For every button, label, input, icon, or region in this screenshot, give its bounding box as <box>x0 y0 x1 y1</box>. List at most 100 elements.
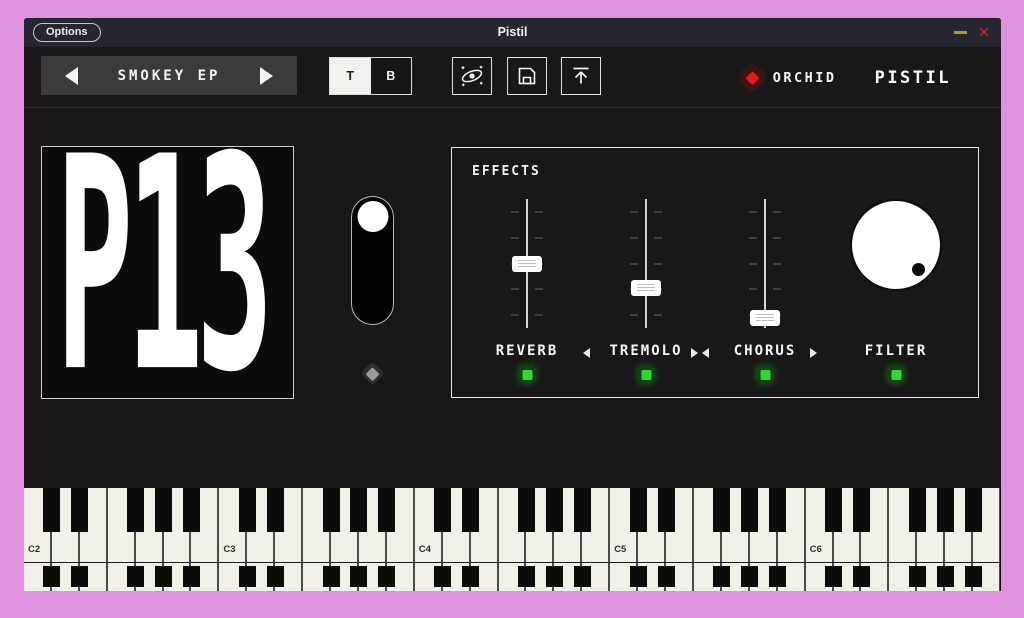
black-key[interactable] <box>853 566 870 587</box>
black-key[interactable] <box>769 566 786 587</box>
filter-knob[interactable] <box>850 199 942 291</box>
tremolo-led-icon <box>638 366 655 383</box>
black-key[interactable] <box>574 566 591 587</box>
black-key[interactable] <box>323 566 340 587</box>
preset-name[interactable]: SMOKEY EP <box>118 68 221 84</box>
save-button[interactable] <box>507 57 547 95</box>
black-key[interactable] <box>853 488 870 532</box>
black-key[interactable] <box>239 566 256 587</box>
export-button[interactable] <box>561 57 601 95</box>
galaxy-button[interactable] <box>452 57 492 95</box>
black-key[interactable] <box>350 488 367 532</box>
black-key[interactable] <box>518 566 535 587</box>
black-key[interactable] <box>183 566 200 587</box>
slider-tick <box>630 263 638 265</box>
export-icon <box>569 64 593 88</box>
black-key[interactable] <box>741 566 758 587</box>
octave-label: C4 <box>419 544 431 555</box>
layer-toggle-top[interactable]: T <box>330 58 371 94</box>
black-key[interactable] <box>462 566 479 587</box>
slider-rail <box>645 199 647 328</box>
preset-next-icon[interactable] <box>260 67 273 85</box>
effect-select-left-icon[interactable] <box>702 348 709 358</box>
black-key[interactable] <box>630 488 647 532</box>
black-key[interactable] <box>350 566 367 587</box>
preset-selector: SMOKEY EP <box>41 56 297 95</box>
black-key[interactable] <box>713 566 730 587</box>
mod-toggle[interactable] <box>351 196 394 325</box>
effect-select-right-icon[interactable] <box>810 348 817 358</box>
octave-label: C3 <box>223 544 235 555</box>
slider-tick <box>511 288 519 290</box>
slider-tick <box>749 237 757 239</box>
black-key[interactable] <box>909 566 926 587</box>
reverb-slider[interactable] <box>507 199 547 328</box>
black-key[interactable] <box>518 488 535 532</box>
slider-tick <box>654 211 662 213</box>
slider-tick <box>773 211 781 213</box>
slider-tick <box>535 288 543 290</box>
slider-tick <box>654 263 662 265</box>
black-key[interactable] <box>658 566 675 587</box>
black-key[interactable] <box>546 488 563 532</box>
black-key[interactable] <box>43 566 60 587</box>
layer-toggle: T B <box>329 57 412 95</box>
black-key[interactable] <box>155 566 172 587</box>
slider-tick <box>654 237 662 239</box>
black-key[interactable] <box>434 566 451 587</box>
black-key[interactable] <box>741 488 758 532</box>
effect-select-right-icon[interactable] <box>691 348 698 358</box>
black-key[interactable] <box>965 488 982 532</box>
black-key[interactable] <box>183 488 200 532</box>
black-key[interactable] <box>546 566 563 587</box>
black-key[interactable] <box>434 488 451 532</box>
slider-tick <box>773 237 781 239</box>
mod-led-icon <box>360 361 384 385</box>
brand-company: ORCHID <box>773 70 837 86</box>
black-key[interactable] <box>43 488 60 532</box>
layer-toggle-bottom[interactable]: B <box>371 58 412 94</box>
plugin-window: Options Pistil ✕ SMOKEY EP T B <box>24 18 1001 591</box>
chorus-slider-handle[interactable] <box>750 310 780 326</box>
slider-tick <box>749 263 757 265</box>
black-key[interactable] <box>323 488 340 532</box>
black-key[interactable] <box>239 488 256 532</box>
black-key[interactable] <box>127 566 144 587</box>
black-key[interactable] <box>267 566 284 587</box>
black-key[interactable] <box>574 488 591 532</box>
black-key[interactable] <box>71 566 88 587</box>
black-key[interactable] <box>658 488 675 532</box>
slider-tick <box>749 288 757 290</box>
black-key[interactable] <box>630 566 647 587</box>
mod-toggle-knob[interactable] <box>357 201 388 232</box>
keyboard-row-1: C2C3C4C5C6 <box>24 488 1001 562</box>
brand-product: PISTIL <box>875 68 951 88</box>
black-key[interactable] <box>713 488 730 532</box>
slider-tick <box>749 211 757 213</box>
black-key[interactable] <box>937 566 954 587</box>
chorus-label: CHORUS <box>734 343 797 359</box>
black-key[interactable] <box>909 488 926 532</box>
reverb-slider-handle[interactable] <box>512 256 542 272</box>
black-key[interactable] <box>71 488 88 532</box>
black-key[interactable] <box>769 488 786 532</box>
minimize-icon[interactable] <box>954 31 967 34</box>
preset-number-value: P13 <box>56 146 266 399</box>
black-key[interactable] <box>267 488 284 532</box>
chorus-slider[interactable] <box>745 199 785 328</box>
black-key[interactable] <box>825 488 842 532</box>
black-key[interactable] <box>378 566 395 587</box>
preset-prev-icon[interactable] <box>65 67 78 85</box>
slider-rail <box>764 199 766 328</box>
close-icon[interactable]: ✕ <box>975 23 993 41</box>
tremolo-slider[interactable] <box>626 199 666 328</box>
black-key[interactable] <box>155 488 172 532</box>
black-key[interactable] <box>127 488 144 532</box>
tremolo-slider-handle[interactable] <box>631 280 661 296</box>
black-key[interactable] <box>378 488 395 532</box>
black-key[interactable] <box>462 488 479 532</box>
effect-select-left-icon[interactable] <box>583 348 590 358</box>
black-key[interactable] <box>937 488 954 532</box>
black-key[interactable] <box>825 566 842 587</box>
black-key[interactable] <box>965 566 982 587</box>
